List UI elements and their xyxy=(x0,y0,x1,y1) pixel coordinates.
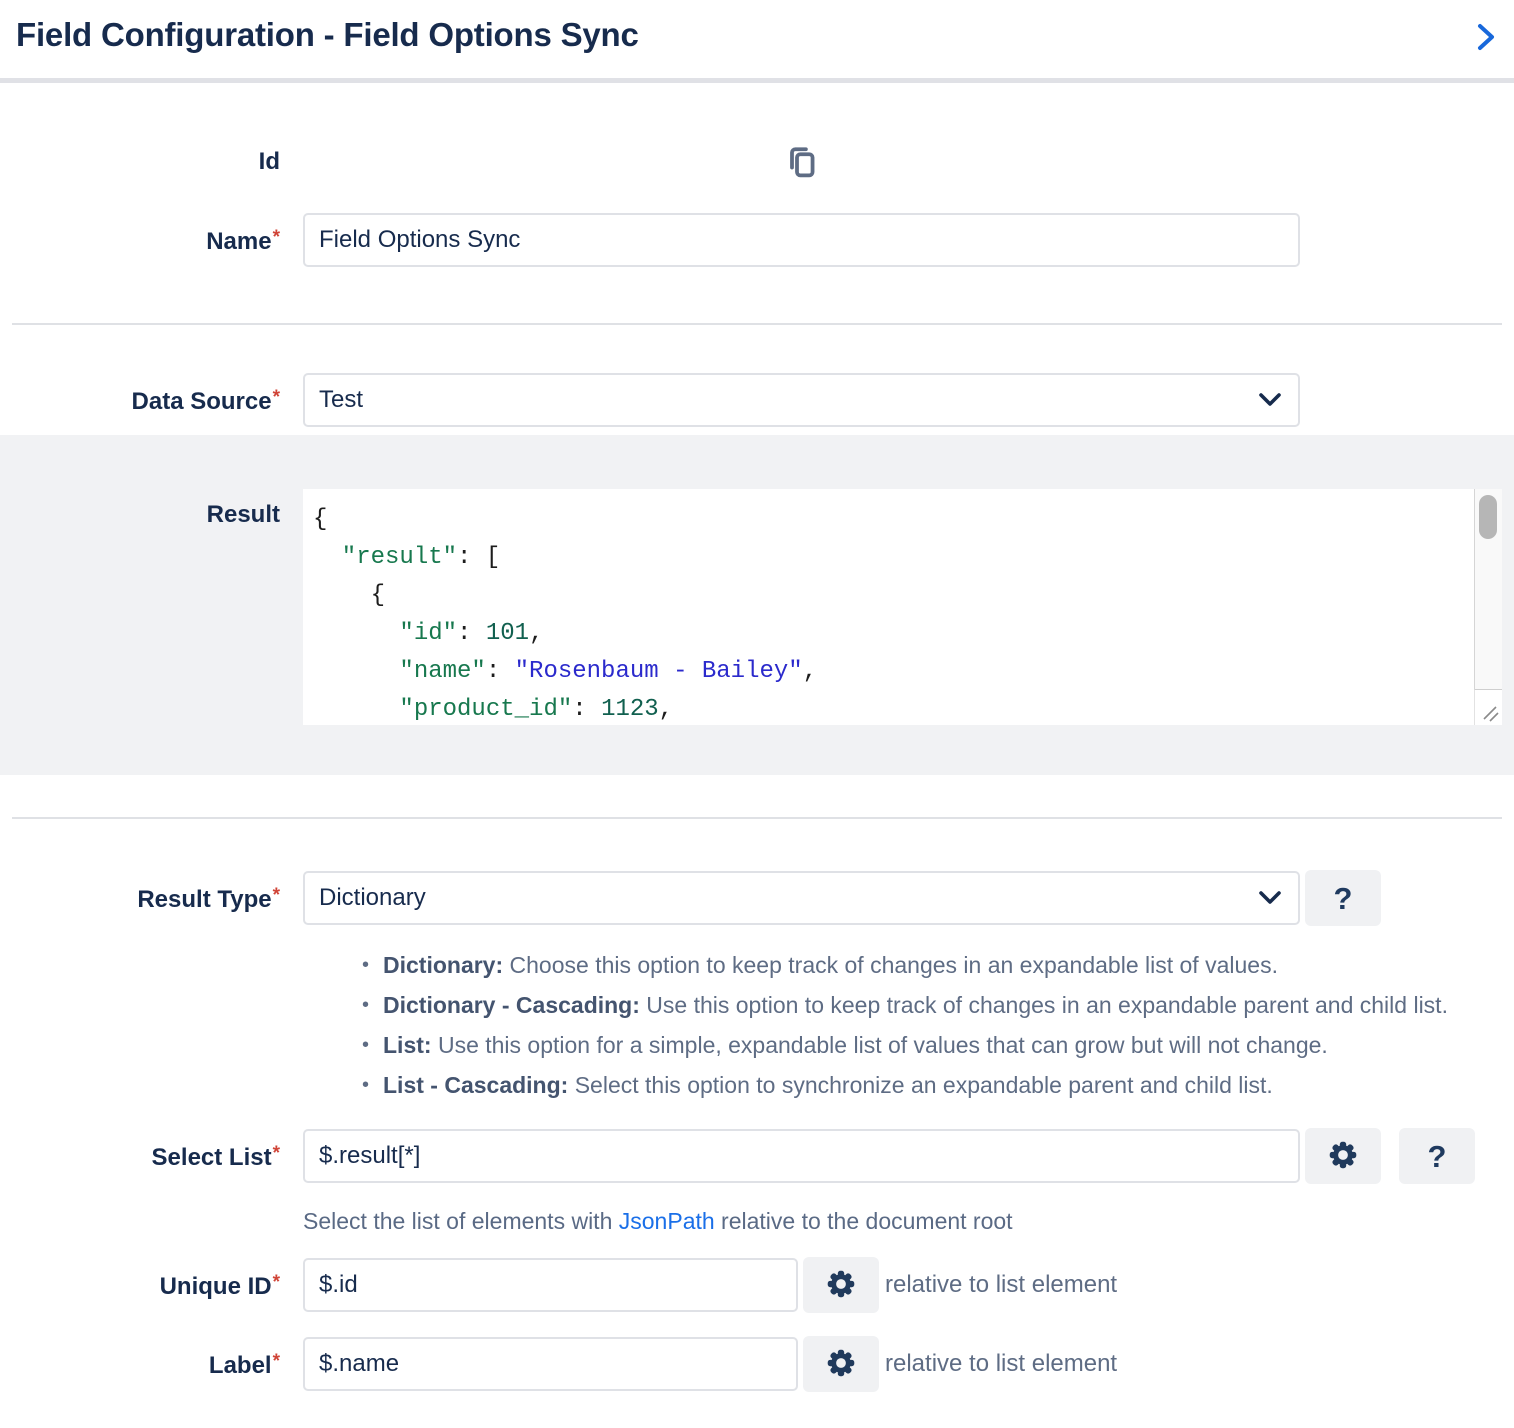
required-asterisk: * xyxy=(273,885,280,906)
required-asterisk: * xyxy=(273,227,280,248)
chevron-right-icon[interactable] xyxy=(1474,22,1498,52)
label-row: Label* re xyxy=(0,1336,1514,1392)
select-list-input[interactable] xyxy=(303,1129,1300,1183)
result-type-row: Result Type* Dictionary ? xyxy=(0,870,1514,926)
label-input[interactable] xyxy=(303,1337,798,1391)
question-mark-icon: ? xyxy=(1428,1141,1447,1172)
jsonpath-link[interactable]: JsonPath xyxy=(619,1208,715,1234)
label-label: Label* xyxy=(0,1348,280,1380)
id-row: Id xyxy=(0,144,1514,180)
select-list-help-button[interactable]: ? xyxy=(1399,1128,1475,1184)
result-type-label: Result Type* xyxy=(0,882,280,914)
name-input[interactable] xyxy=(303,213,1300,267)
list-item: Dictionary: Choose this option to keep t… xyxy=(356,952,1448,979)
required-asterisk: * xyxy=(273,387,280,408)
id-label: Id xyxy=(0,148,280,176)
list-item: List: Use this option for a simple, expa… xyxy=(356,1032,1448,1059)
select-list-row: Select List* xyxy=(0,1128,1514,1184)
gear-icon xyxy=(824,1346,858,1383)
result-json-viewer[interactable]: { "result": [ { "id": 101, "name": "Rose… xyxy=(303,489,1502,725)
field-configuration-page: Field Configuration - Field Options Sync… xyxy=(0,0,1514,1392)
result-json-code: { "result": [ { "id": 101, "name": "Rose… xyxy=(303,489,1502,725)
unique-id-settings-button[interactable] xyxy=(803,1257,879,1313)
question-mark-icon: ? xyxy=(1334,883,1353,914)
label-hint: relative to list element xyxy=(885,1350,1117,1378)
copy-icon[interactable] xyxy=(787,144,817,180)
chevron-down-icon xyxy=(1258,386,1282,414)
result-type-select[interactable]: Dictionary xyxy=(303,871,1300,925)
result-type-help-button[interactable]: ? xyxy=(1305,870,1381,926)
unique-id-label: Unique ID* xyxy=(0,1269,280,1301)
result-type-help-list: Dictionary: Choose this option to keep t… xyxy=(303,952,1448,1112)
data-source-selected-value: Test xyxy=(319,386,363,414)
required-asterisk: * xyxy=(273,1351,280,1372)
data-source-select[interactable]: Test xyxy=(303,373,1300,427)
scrollbar-thumb[interactable] xyxy=(1479,495,1497,539)
select-list-settings-button[interactable] xyxy=(1305,1128,1381,1184)
section-divider xyxy=(12,323,1502,325)
gear-icon xyxy=(1326,1138,1360,1175)
section-divider xyxy=(12,817,1502,819)
header-divider xyxy=(0,78,1514,83)
result-type-help-row: Dictionary: Choose this option to keep t… xyxy=(0,926,1514,1112)
resize-grip[interactable] xyxy=(1474,689,1502,725)
unique-id-row: Unique ID* xyxy=(0,1257,1514,1313)
result-type-selected-value: Dictionary xyxy=(319,884,426,912)
label-settings-button[interactable] xyxy=(803,1336,879,1392)
gear-icon xyxy=(824,1267,858,1304)
chevron-down-icon xyxy=(1258,884,1282,912)
name-label: Name* xyxy=(0,224,280,256)
vertical-scrollbar[interactable] xyxy=(1474,489,1502,689)
page-title: Field Configuration - Field Options Sync xyxy=(16,16,639,54)
select-list-hint: Select the list of elements with JsonPat… xyxy=(303,1208,1013,1235)
unique-id-input[interactable] xyxy=(303,1258,798,1312)
result-label: Result xyxy=(0,489,280,529)
unique-id-hint: relative to list element xyxy=(885,1271,1117,1299)
list-item: Dictionary - Cascading: Use this option … xyxy=(356,992,1448,1019)
data-source-label: Data Source* xyxy=(0,384,280,416)
select-list-hint-row: Select the list of elements with JsonPat… xyxy=(0,1184,1514,1235)
list-item: List - Cascading: Select this option to … xyxy=(356,1072,1448,1099)
page-header: Field Configuration - Field Options Sync xyxy=(0,0,1514,78)
data-source-row: Data Source* Test xyxy=(0,373,1514,427)
required-asterisk: * xyxy=(273,1272,280,1293)
select-list-label: Select List* xyxy=(0,1140,280,1172)
required-asterisk: * xyxy=(273,1143,280,1164)
result-panel: Result { "result": [ { "id": 101, "name"… xyxy=(0,435,1514,775)
name-row: Name* xyxy=(0,213,1514,267)
